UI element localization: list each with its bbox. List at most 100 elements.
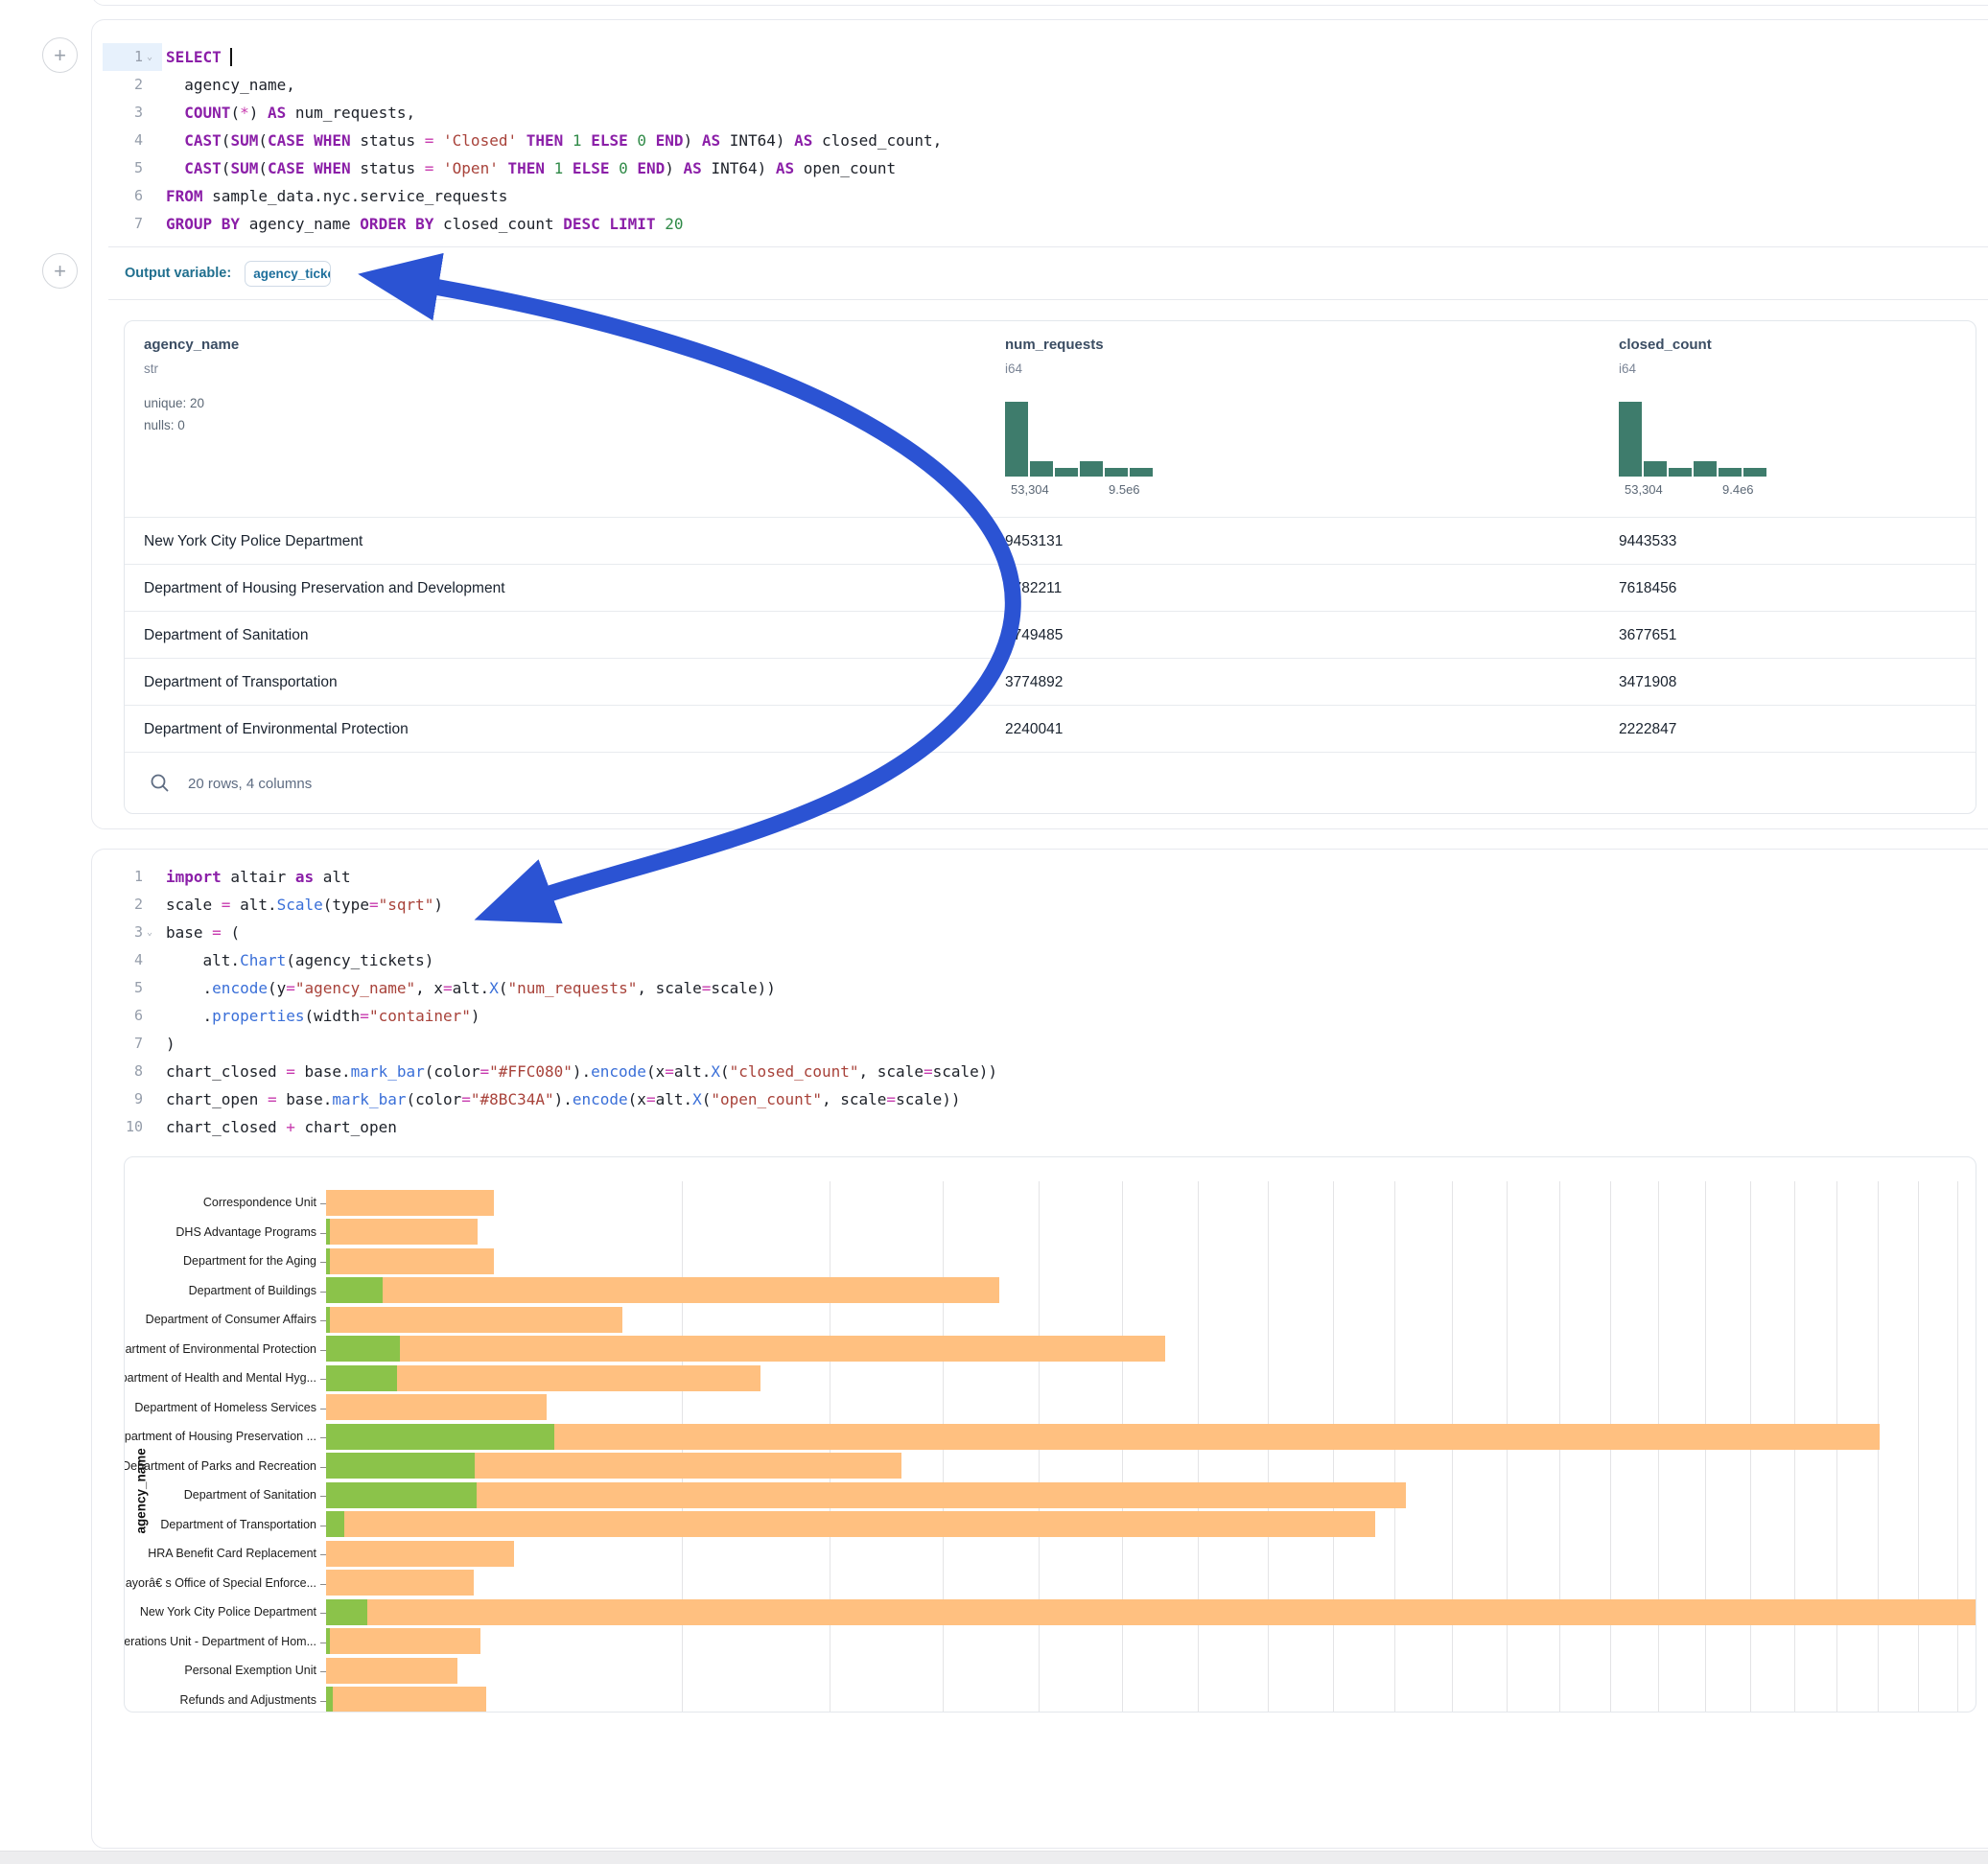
code-line-5[interactable]: 5 CAST(SUM(CASE WHEN status = 'Open' THE… [108, 154, 1988, 182]
bar-closed_count[interactable] [326, 1687, 486, 1713]
bar-row [326, 1424, 1976, 1450]
bar-row [326, 1307, 1976, 1333]
line-number: 2 [108, 71, 143, 99]
histogram-min-label: 53,304 [1625, 482, 1663, 497]
table-cell: 3749485 [1005, 612, 1063, 659]
y-category-label: Department of Housing Preservation ... [124, 1430, 316, 1443]
bar-closed_count[interactable] [326, 1394, 547, 1420]
bar-closed_count[interactable] [326, 1336, 1165, 1362]
bar-closed_count[interactable] [326, 1541, 514, 1567]
y-tick [320, 1701, 326, 1702]
bar-open_count[interactable] [326, 1453, 475, 1479]
histogram-max-label: 9.4e6 [1722, 482, 1754, 497]
y-tick [320, 1350, 326, 1351]
bar-closed_count[interactable] [326, 1482, 1406, 1508]
add-cell-button-top[interactable]: + [42, 37, 78, 73]
bar-closed_count[interactable] [326, 1511, 1375, 1537]
output-variable-bar: Output variable: agency_tickets [125, 247, 331, 299]
bar-open_count[interactable] [326, 1277, 383, 1303]
line-number: 1 [108, 863, 143, 891]
bar-open_count[interactable] [326, 1687, 333, 1713]
code-line-4[interactable]: 4 CAST(SUM(CASE WHEN status = 'Closed' T… [108, 127, 1988, 154]
column-header-num_requests[interactable]: num_requests [1005, 337, 1104, 353]
table-cell: 7618456 [1619, 565, 1676, 612]
python-code-editor[interactable]: 1import altair as alt2scale = alt.Scale(… [108, 863, 1988, 1141]
code-line-5[interactable]: 5 .encode(y="agency_name", x=alt.X("num_… [108, 974, 1988, 1002]
y-category-label: DHS Advantage Programs [124, 1225, 316, 1239]
column-header-closed_count[interactable]: closed_count [1619, 337, 1712, 353]
y-tick [320, 1671, 326, 1672]
code-line-1[interactable]: 1⌄SELECT [108, 43, 1988, 71]
column-histogram[interactable] [1005, 402, 1153, 477]
bar-row [326, 1687, 1976, 1713]
bar-closed_count[interactable] [326, 1424, 1880, 1450]
code-text: chart_closed + chart_open [166, 1113, 397, 1141]
bar-open_count[interactable] [326, 1365, 397, 1391]
table-cell: 2222847 [1619, 706, 1676, 753]
bar-closed_count[interactable] [326, 1219, 478, 1245]
bar-open_count[interactable] [326, 1248, 330, 1274]
code-line-7[interactable]: 7GROUP BY agency_name ORDER BY closed_co… [108, 210, 1988, 238]
line-number: 4 [108, 946, 143, 974]
code-line-7[interactable]: 7) [108, 1030, 1988, 1058]
y-category-label: New York City Police Department [124, 1605, 316, 1619]
column-type: i64 [1619, 361, 1636, 376]
code-line-3[interactable]: 3⌄base = ( [108, 919, 1988, 946]
column-histogram[interactable] [1619, 402, 1766, 477]
table-cell: Department of Environmental Protection [144, 706, 409, 753]
code-line-6[interactable]: 6FROM sample_data.nyc.service_requests [108, 182, 1988, 210]
code-line-10[interactable]: 10 chart_closed + chart_open [108, 1113, 1988, 1141]
bar-open_count[interactable] [326, 1599, 367, 1625]
code-line-1[interactable]: 1import altair as alt [108, 863, 1988, 891]
y-tick [320, 1496, 326, 1497]
code-text: COUNT(*) AS num_requests, [166, 99, 415, 127]
bar-row [326, 1658, 1976, 1684]
bar-closed_count[interactable] [326, 1599, 1976, 1625]
fold-chevron-icon[interactable]: ⌄ [147, 919, 160, 946]
code-text: alt.Chart(agency_tickets) [166, 946, 433, 974]
code-line-4[interactable]: 4 alt.Chart(agency_tickets) [108, 946, 1988, 974]
bar-closed_count[interactable] [326, 1628, 480, 1654]
bar-open_count[interactable] [326, 1628, 330, 1654]
bar-open_count[interactable] [326, 1307, 330, 1333]
bar-closed_count[interactable] [326, 1277, 999, 1303]
y-category-label: Department of Environmental Protection [124, 1342, 316, 1356]
code-line-2[interactable]: 2 agency_name, [108, 71, 1988, 99]
line-number: 1 [108, 43, 143, 71]
output-variable-pill[interactable]: agency_tickets [245, 261, 331, 287]
bar-closed_count[interactable] [326, 1307, 622, 1333]
y-tick [320, 1554, 326, 1555]
fold-chevron-icon[interactable]: ⌄ [147, 43, 160, 71]
y-category-label: Refunds and Adjustments [124, 1693, 316, 1707]
chart-plot-area[interactable] [326, 1181, 1976, 1713]
code-line-8[interactable]: 8chart_closed = base.mark_bar(color="#FF… [108, 1058, 1988, 1085]
y-category-label: Department of Transportation [124, 1518, 316, 1531]
code-text: CAST(SUM(CASE WHEN status = 'Closed' THE… [166, 127, 942, 154]
column-header-agency_name[interactable]: agency_name [144, 337, 239, 353]
table-cell: Department of Sanitation [144, 612, 308, 659]
bar-closed_count[interactable] [326, 1190, 494, 1216]
bar-open_count[interactable] [326, 1219, 330, 1245]
bar-closed_count[interactable] [326, 1570, 474, 1596]
code-line-6[interactable]: 6 .properties(width="container") [108, 1002, 1988, 1030]
line-number: 9 [108, 1085, 143, 1113]
bar-open_count[interactable] [326, 1482, 477, 1508]
search-icon[interactable] [150, 773, 171, 794]
table-cell: New York City Police Department [144, 518, 363, 565]
bar-closed_count[interactable] [326, 1248, 494, 1274]
code-line-2[interactable]: 2scale = alt.Scale(type="sqrt") [108, 891, 1988, 919]
add-cell-button-middle[interactable]: + [42, 253, 78, 289]
bar-open_count[interactable] [326, 1511, 344, 1537]
table-row: Department of Environmental Protection 22… [125, 705, 1976, 752]
result-table-card: agency_namestrunique: 20nulls: 0num_requ… [124, 320, 1976, 814]
y-category-label: Department of Sanitation [124, 1488, 316, 1502]
bar-open_count[interactable] [326, 1424, 554, 1450]
sql-code-editor[interactable]: 1⌄SELECT 2 agency_name,3 COUNT(*) AS num… [108, 43, 1988, 238]
column-stat: unique: 20 [144, 396, 204, 410]
bar-closed_count[interactable] [326, 1658, 457, 1684]
line-number: 10 [108, 1113, 143, 1141]
code-line-3[interactable]: 3 COUNT(*) AS num_requests, [108, 99, 1988, 127]
chart-card: agency_name Correspondence UnitDHS Advan… [124, 1156, 1976, 1713]
code-line-9[interactable]: 9chart_open = base.mark_bar(color="#8BC3… [108, 1085, 1988, 1113]
bar-open_count[interactable] [326, 1336, 400, 1362]
